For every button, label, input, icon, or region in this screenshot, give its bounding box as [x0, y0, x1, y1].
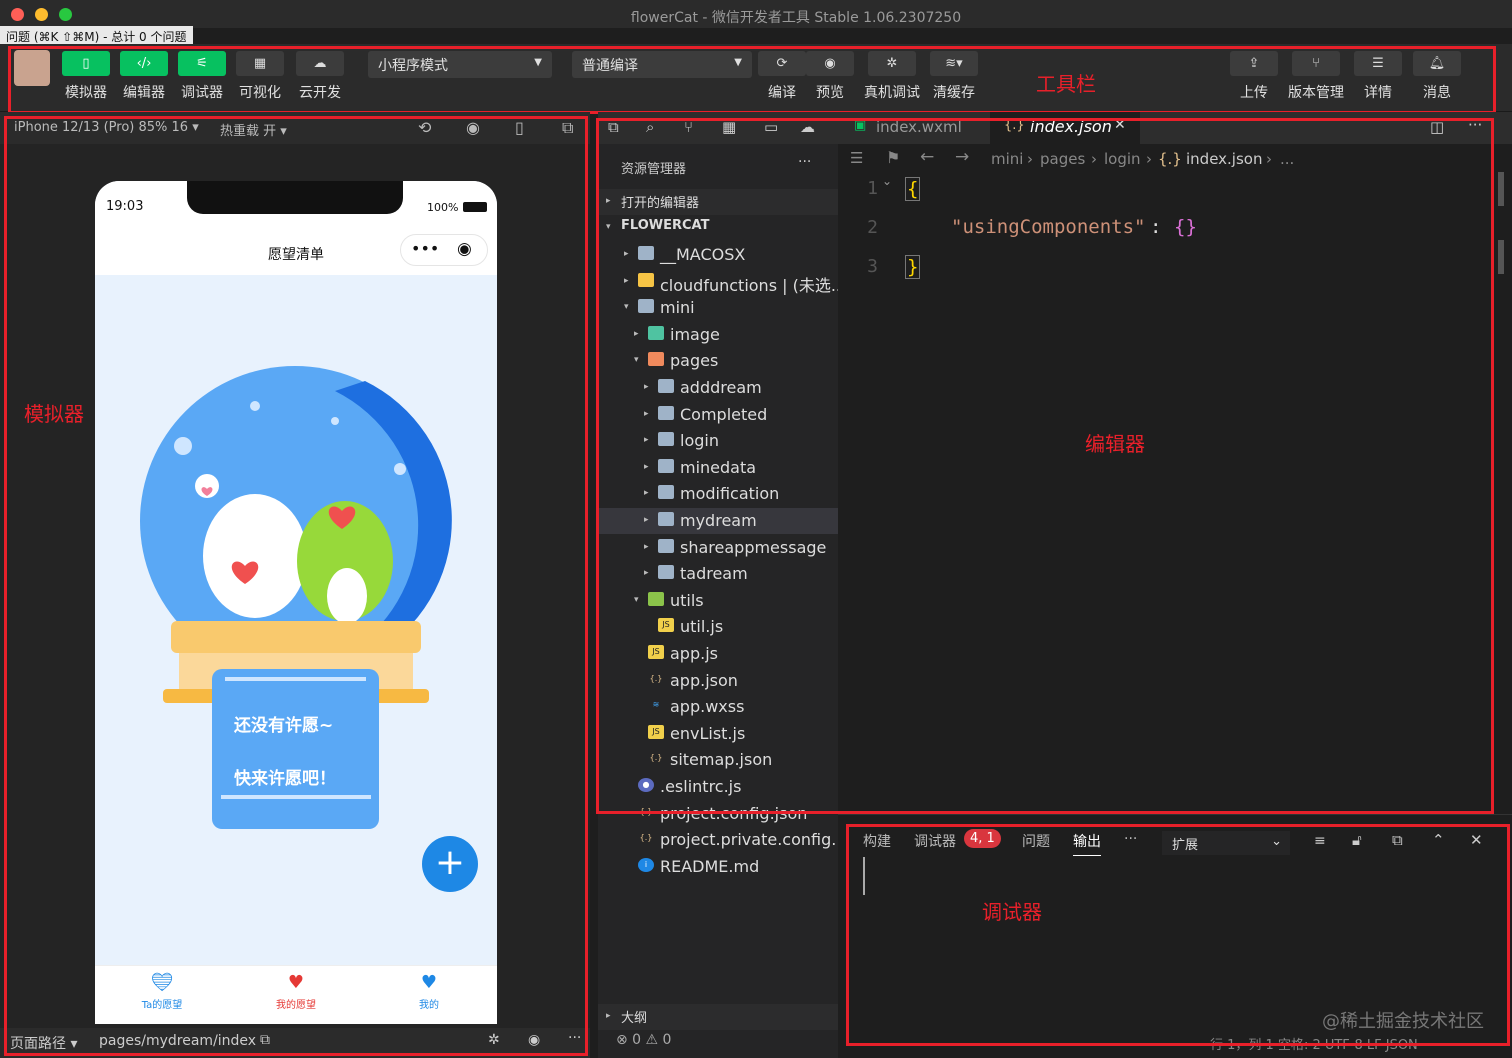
- tree-item[interactable]: i README.md: [598, 854, 838, 880]
- tree-item-label: README.md: [660, 856, 760, 876]
- issues-summary[interactable]: 问题 (⌘K ⇧⌘M) - 总计 0 个问题: [0, 26, 193, 45]
- simulator-highlight: [4, 116, 588, 1056]
- debugger-highlight: [846, 824, 1510, 1046]
- editor-scrollbar-thumb[interactable]: [1498, 240, 1504, 274]
- section-label: 大纲: [621, 1011, 648, 1026]
- tree-item-label: project.private.config...: [660, 830, 838, 850]
- info-icon: i: [638, 857, 654, 872]
- json-icon: {.}: [639, 833, 653, 843]
- tree-item[interactable]: {.} project.private.config...: [598, 827, 838, 853]
- editor-scrollbar[interactable]: [1498, 172, 1504, 206]
- window-title: flowerCat - 微信开发者工具 Stable 1.06.2307250: [630, 10, 962, 26]
- title-bar: flowerCat - 微信开发者工具 Stable 1.06.2307250: [0, 0, 1512, 28]
- chevron-right-icon: ▸: [606, 1011, 611, 1021]
- toolbar-highlight: [8, 46, 1496, 114]
- problem-counts[interactable]: ⊗ 0 ⚠ 0: [616, 1032, 671, 1048]
- editor-highlight: [596, 118, 1494, 814]
- outline-section[interactable]: ▸ 大纲: [598, 1004, 838, 1030]
